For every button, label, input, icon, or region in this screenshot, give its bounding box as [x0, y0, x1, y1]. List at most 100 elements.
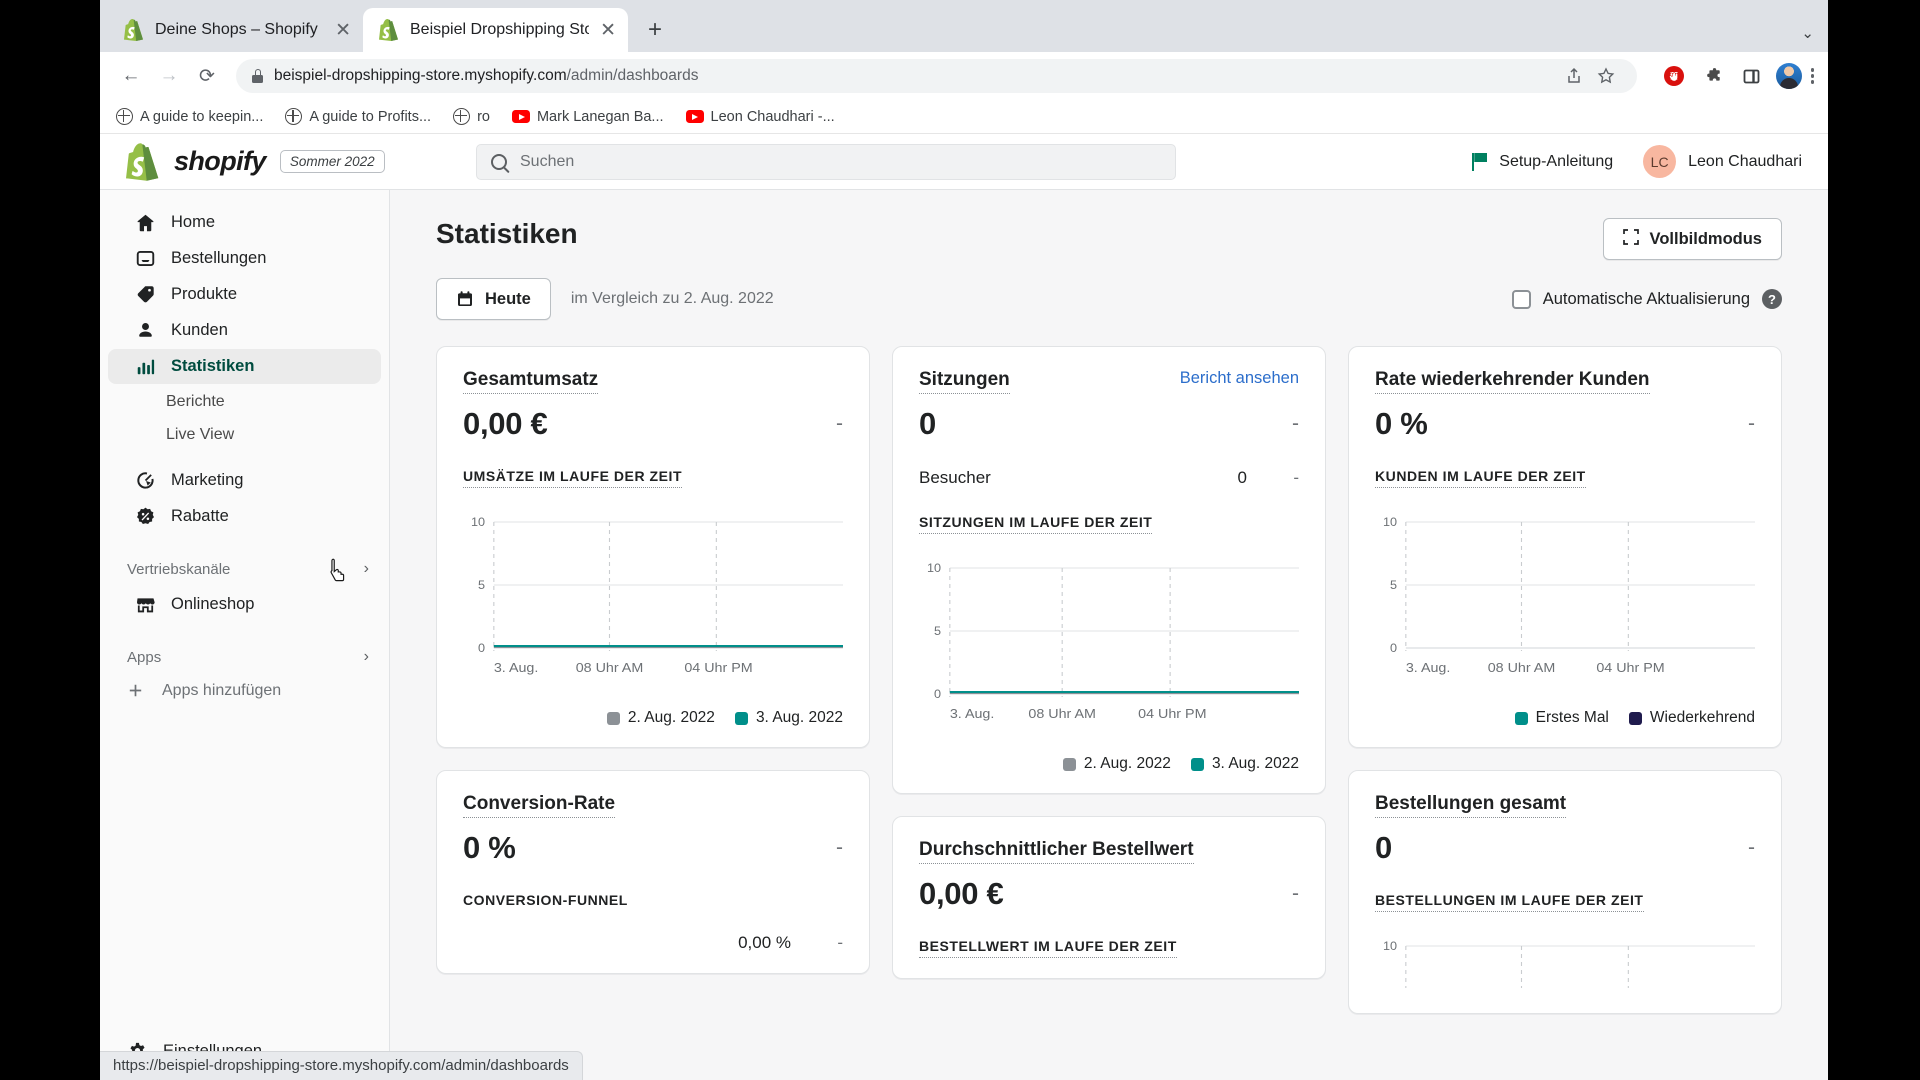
adblock-icon[interactable]	[1659, 61, 1689, 91]
bookmark-item[interactable]: ro	[453, 108, 490, 125]
card-sitzungen: Sitzungen Bericht ansehen 0 - Besucher 0…	[892, 346, 1326, 794]
shopify-favicon-icon	[124, 19, 144, 41]
sidebar-item-produkte[interactable]: Produkte	[108, 277, 381, 312]
search-input[interactable]: Suchen	[476, 143, 1176, 180]
chevron-right-icon[interactable]: ›	[364, 648, 369, 666]
browser-tab-1[interactable]: Deine Shops – Shopify ✕	[108, 8, 363, 52]
metric-value: 0 %	[1375, 406, 1428, 441]
sidebar-add-apps[interactable]: Apps hinzufügen	[100, 674, 389, 708]
sidebar-item-berichte[interactable]: Berichte	[108, 385, 381, 418]
view-report-link[interactable]: Bericht ansehen	[1180, 369, 1299, 388]
chart-svg: 10 5 0 3. Aug. 08 Uhr AM 04 Uhr PM	[927, 562, 1299, 721]
analytics-bars-icon	[135, 356, 156, 377]
new-tab-button[interactable]: +	[638, 13, 672, 47]
legend-swatch	[734, 711, 748, 725]
tab-close-icon[interactable]: ✕	[335, 21, 351, 40]
sidebar-item-live-view[interactable]: Live View	[108, 418, 381, 451]
card-title: Conversion-Rate	[463, 793, 616, 818]
calendar-icon	[456, 290, 474, 308]
card-title: Durchschnittlicher Bestellwert	[919, 839, 1194, 864]
svg-text:08 Uhr AM: 08 Uhr AM	[1488, 661, 1556, 675]
storefront-icon	[135, 594, 156, 615]
share-icon[interactable]	[1559, 61, 1589, 91]
tab-close-icon[interactable]: ✕	[600, 21, 616, 40]
svg-text:08 Uhr AM: 08 Uhr AM	[1028, 707, 1096, 721]
extension-icons	[1649, 61, 1814, 91]
legend-label: 2. Aug. 2022	[1083, 755, 1171, 772]
user-menu[interactable]: LC Leon Chaudhari	[1643, 145, 1802, 178]
metric-row: 0 -	[1375, 830, 1755, 866]
sidebar-item-label: Onlineshop	[171, 595, 255, 613]
fullscreen-button[interactable]: Vollbildmodus	[1602, 218, 1782, 260]
legend-item: 3. Aug. 2022	[1190, 755, 1299, 773]
user-name: Leon Chaudhari	[1688, 152, 1802, 170]
card-header: Gesamtumsatz	[463, 369, 843, 394]
bookmark-item[interactable]: Mark Lanegan Ba...	[511, 109, 664, 125]
back-button[interactable]: ←	[114, 59, 148, 93]
bookmark-item[interactable]: Leon Chaudhari -...	[685, 109, 835, 125]
metric-value: 0	[1375, 830, 1392, 865]
side-panel-icon[interactable]	[1737, 61, 1767, 91]
auto-refresh-checkbox[interactable]	[1511, 289, 1531, 309]
sidebar-item-kunden[interactable]: Kunden	[108, 313, 381, 348]
svg-text:04 Uhr PM: 04 Uhr PM	[1138, 707, 1206, 721]
chart-total-sales: 10 5 0 3. Aug. 08 Uhr AM 04 Uhr PM	[463, 504, 843, 695]
card-title: Sitzungen	[919, 369, 1010, 394]
youtube-icon	[685, 110, 704, 123]
funnel-row-delta: -	[837, 933, 843, 952]
sidebar-add-apps-label: Apps hinzufügen	[162, 682, 282, 699]
sidebar-section-label: Apps	[127, 648, 162, 666]
sidebar-item-rabatte[interactable]: Rabatte	[108, 499, 381, 534]
topbar-right: Setup-Anleitung LC Leon Chaudhari	[1472, 145, 1802, 178]
help-icon[interactable]: ?	[1762, 289, 1782, 309]
youtube-icon	[511, 110, 530, 123]
profile-avatar[interactable]	[1775, 63, 1802, 89]
metric-row: 0,00 € -	[919, 876, 1299, 912]
main-content: Statistiken Vollbildmodus Heute im Vergl…	[390, 190, 1828, 1080]
card-bestellungen-gesamt: Bestellungen gesamt 0 - BESTELLUNGEN IM …	[1348, 770, 1782, 1014]
sidebar-item-bestellungen[interactable]: Bestellungen	[108, 241, 381, 276]
metric-row: 0 -	[919, 406, 1299, 442]
legend-swatch	[1628, 711, 1642, 725]
address-bar[interactable]: beispiel-dropshipping-store.myshopify.co…	[236, 59, 1637, 93]
browser-window: Deine Shops – Shopify ✕ Beispiel Dropshi…	[100, 0, 1828, 1080]
browser-tab-2[interactable]: Beispiel Dropshipping Store · S ✕	[363, 8, 628, 52]
card-conversion-rate: Conversion-Rate 0 % - CONVERSION-FUNNEL …	[436, 770, 870, 974]
svg-text:10: 10	[471, 516, 485, 529]
card-header: Rate wiederkehrender Kunden	[1375, 369, 1755, 394]
sidebar-item-statistiken[interactable]: Statistiken	[108, 349, 381, 384]
card-title: Gesamtumsatz	[463, 369, 599, 394]
star-icon[interactable]	[1591, 61, 1621, 91]
forward-button[interactable]: →	[152, 59, 186, 93]
setup-guide-button[interactable]: Setup-Anleitung	[1472, 152, 1613, 171]
grid-column-2: Sitzungen Bericht ansehen 0 - Besucher 0…	[892, 346, 1326, 979]
chart-svg: 10 5 0 3. Aug. 08 Uhr AM 04 Uhr PM	[1383, 516, 1755, 675]
date-range-button[interactable]: Heute	[436, 278, 551, 320]
metric-delta: -	[836, 836, 843, 859]
sidebar-item-home[interactable]: Home	[108, 205, 381, 240]
reload-button[interactable]: ⟳	[190, 59, 224, 93]
sidebar-item-label: Statistiken	[171, 357, 255, 375]
flag-icon	[1472, 152, 1488, 171]
bookmark-item[interactable]: A guide to Profits...	[285, 108, 431, 125]
date-range-label: Heute	[485, 289, 531, 308]
chart-label: SITZUNGEN IM LAUFE DER ZEIT	[919, 514, 1153, 534]
bookmark-item[interactable]: A guide to keepin...	[116, 108, 263, 125]
avatar: LC	[1643, 145, 1677, 178]
shopify-logo[interactable]: shopify Sommer 2022	[126, 142, 416, 181]
legend-label: 3. Aug. 2022	[1211, 755, 1299, 772]
sidebar-item-onlineshop[interactable]: Onlineshop	[108, 587, 381, 622]
chevron-right-icon[interactable]: ›	[364, 560, 369, 578]
tab-search-chevron-icon[interactable]: ⌄	[1801, 24, 1814, 42]
kebab-menu-icon[interactable]	[1810, 68, 1814, 84]
visitors-value: 0	[1237, 468, 1247, 487]
sidebar-item-label: Marketing	[171, 471, 244, 489]
svg-text:3. Aug.: 3. Aug.	[950, 707, 995, 721]
extensions-puzzle-icon[interactable]	[1698, 61, 1728, 91]
funnel-row: 0,00 % -	[463, 933, 843, 953]
release-badge[interactable]: Sommer 2022	[279, 150, 385, 173]
app-topbar: shopify Sommer 2022 Suchen Setup-Anleitu…	[100, 134, 1828, 190]
chart-customers: 10 5 0 3. Aug. 08 Uhr AM 04 Uhr PM	[1375, 504, 1755, 695]
sidebar-item-marketing[interactable]: Marketing	[108, 463, 381, 498]
card-rate-wiederkehrender-kunden: Rate wiederkehrender Kunden 0 % - KUNDEN…	[1348, 346, 1782, 748]
